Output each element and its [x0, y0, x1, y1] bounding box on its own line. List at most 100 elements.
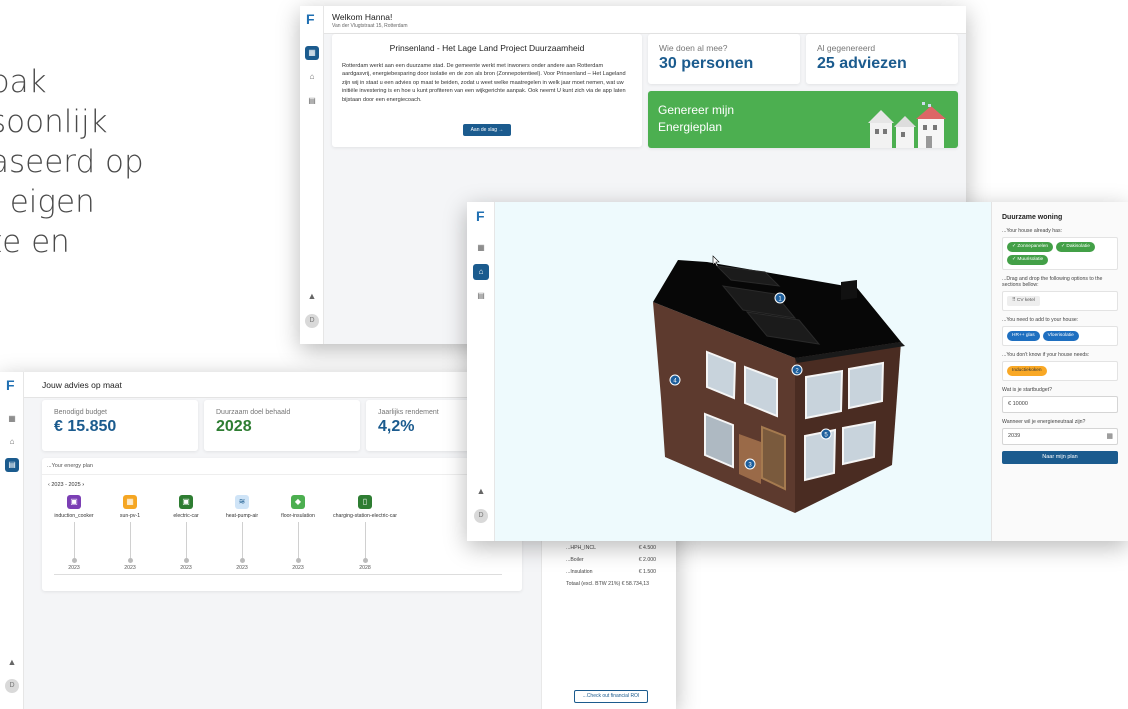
budget-stat: Benodigd budget € 15.850 — [42, 400, 198, 451]
target-year-input[interactable]: 2039 ▦ — [1002, 428, 1118, 445]
project-card: Prinsenland - Het Lage Land Project Duur… — [332, 34, 642, 147]
unknown-chip[interactable]: Inductiekoken — [1007, 366, 1047, 376]
sidebar: F ▦ ⌂ ▤ ▲ D — [300, 6, 324, 344]
plan-item-year: 2023 — [68, 565, 80, 571]
timeline-line — [241, 522, 243, 558]
plan-item-year: 2023 — [124, 565, 136, 571]
generated-stat: Al gegenereerd 25 adviezen — [806, 34, 958, 84]
calendar-icon[interactable]: ▤ — [305, 94, 319, 108]
get-started-button[interactable]: Aan de slag → — [463, 124, 511, 136]
feature-chip[interactable]: ✓ Dakisolatie — [1056, 242, 1095, 252]
cost-label: ...Insulation — [566, 569, 593, 575]
return-stat: Jaarlijks rendement 4,2% — [366, 400, 476, 451]
plan-item[interactable]: ◆ floor-insulation 2023 — [270, 495, 326, 571]
question-label: ...You don't know if your house needs: — [1002, 352, 1090, 358]
unknown-features: Inductiekoken — [1002, 361, 1118, 381]
stat-value: 4,2% — [378, 418, 415, 435]
hero-text: pak soonlijk aseerd op , eigen te en — [0, 62, 144, 262]
plan-item[interactable]: ▯ charging-station-electric-car 2028 — [326, 495, 404, 571]
bell-icon[interactable]: ▲ — [305, 289, 319, 303]
avatar[interactable]: D — [474, 509, 488, 523]
period-label: 2023 - 2025 — [51, 482, 81, 488]
stat-value: 2028 — [216, 418, 252, 435]
financial-roi-button[interactable]: ...Check out financial ROI — [574, 690, 648, 703]
welcome-title: Welkom Hanna! — [332, 12, 393, 22]
project-description: Rotterdam werkt aan een duurzame stad. D… — [342, 63, 626, 103]
cost-summary: ...HPH_INCL € 4.500 ...Boiler € 2.000 ...I… — [541, 537, 676, 709]
chevron-right-icon[interactable]: › — [82, 482, 84, 488]
feature-chip[interactable]: ✓ Muurisolatie — [1007, 255, 1049, 265]
avatar[interactable]: D — [305, 314, 319, 328]
chip-label: Zonnepanelen — [1017, 244, 1049, 249]
plan-item[interactable]: ▣ induction_cooker 2023 — [46, 495, 102, 571]
app-logo[interactable]: F — [476, 208, 485, 224]
model-marker-5[interactable]: 5 — [820, 428, 832, 440]
timeline-line — [129, 522, 131, 558]
to-my-plan-button[interactable]: Naar mijn plan — [1002, 451, 1118, 464]
solar-panel-icon: ▦ — [123, 495, 137, 509]
avatar[interactable]: D — [5, 679, 19, 693]
plan-item[interactable]: ≋ heat-pump-air 2023 — [214, 495, 270, 571]
draggable-chip[interactable]: ⠿ CV ketel — [1007, 296, 1040, 306]
calendar-icon[interactable]: ▤ — [473, 288, 489, 304]
need-chip[interactable]: Vloerisolatie — [1042, 331, 1079, 341]
timeline-axis — [54, 574, 502, 575]
chip-label: CV ketel — [1016, 298, 1035, 303]
target-year-value: 2039 — [1008, 433, 1021, 439]
calendar-icon[interactable]: ▦ — [1106, 429, 1113, 444]
dashboard-icon[interactable]: ▦ — [305, 46, 319, 60]
chip-label: Muurisolatie — [1017, 257, 1044, 262]
cost-label: ...Boiler — [566, 557, 584, 563]
dashboard-icon[interactable]: ▦ — [5, 412, 19, 426]
dashboard-icon[interactable]: ▦ — [473, 240, 489, 256]
plan-item-year: 2023 — [236, 565, 248, 571]
chip-label: Dakisolatie — [1066, 244, 1090, 249]
question-label: Wat is je startbudget? — [1002, 387, 1052, 393]
hero-line: pak — [0, 64, 47, 100]
bell-icon[interactable]: ▲ — [473, 483, 489, 499]
cost-amount: € 2.000 — [638, 557, 656, 563]
app-logo[interactable]: F — [306, 11, 315, 27]
plan-item-name: sun-pv-1 — [119, 513, 141, 519]
model-marker-4[interactable]: 4 — [669, 374, 681, 386]
sidebar: F ▦ ⌂ ▤ ▲ D — [467, 202, 495, 541]
home-icon[interactable]: ⌂ — [305, 70, 319, 84]
plan-item[interactable]: ▦ sun-pv-1 2023 — [102, 495, 158, 571]
timeline-line — [185, 522, 187, 558]
cost-row: ...HPH_INCL € 4.500 — [566, 542, 656, 554]
cost-row: ...Boiler € 2.000 — [566, 554, 656, 566]
need-chip[interactable]: HR++ glas — [1007, 331, 1040, 341]
calendar-icon[interactable]: ▤ — [5, 458, 19, 472]
feature-chip[interactable]: ✓ Zonnepanelen — [1007, 242, 1054, 252]
timeline-dot — [127, 558, 133, 563]
sidebar: F ▦ ⌂ ▤ ▲ D — [0, 372, 24, 709]
screenshot-collage: pak soonlijk aseerd op , eigen te en F ▦… — [0, 0, 1128, 709]
header: Welkom Hanna! Van der Vlugtstraat 15, Ro… — [324, 6, 966, 34]
question-label: ...Your house already has: — [1002, 228, 1063, 234]
plan-item[interactable]: ▣ electric-car 2023 — [158, 495, 214, 571]
app-logo[interactable]: F — [6, 377, 15, 393]
chevron-left-icon[interactable]: ‹ — [48, 482, 50, 488]
model-marker-2[interactable]: 2 — [791, 364, 803, 376]
model-marker-1[interactable]: 1 — [774, 292, 786, 304]
home-icon[interactable]: ⌂ — [473, 264, 489, 280]
hero-line: te en — [0, 224, 70, 260]
home-icon[interactable]: ⌂ — [5, 435, 19, 449]
bell-icon[interactable]: ▲ — [5, 655, 19, 669]
model-marker-3[interactable]: 3 — [744, 458, 756, 470]
budget-input[interactable]: € 10000 — [1002, 396, 1118, 413]
stat-label: Wie doen al mee? — [659, 43, 728, 53]
stat-value: € 15.850 — [54, 418, 117, 435]
house-3d-model: 1 2 3 4 5 — [653, 255, 905, 513]
stat-label: Duurzaam doel behaald — [216, 409, 291, 416]
question-label: ...You need to add to your house: — [1002, 317, 1079, 323]
generate-energy-plan-button[interactable]: Genereer mijn Energieplan — [648, 91, 958, 148]
timeline-line — [364, 522, 366, 558]
house-settings-panel: Duurzame woning ...Your house already ha… — [991, 202, 1128, 541]
cost-amount: € 4.500 — [638, 545, 656, 551]
cost-row: ...Insulation € 1.500 — [566, 566, 656, 578]
house-3d-viewport[interactable]: 1 2 3 4 5 — [495, 202, 991, 541]
insulation-icon: ◆ — [291, 495, 305, 509]
plan-item-year: 2023 — [180, 565, 192, 571]
address: Van der Vlugtstraat 15, Rotterdam — [332, 23, 408, 29]
